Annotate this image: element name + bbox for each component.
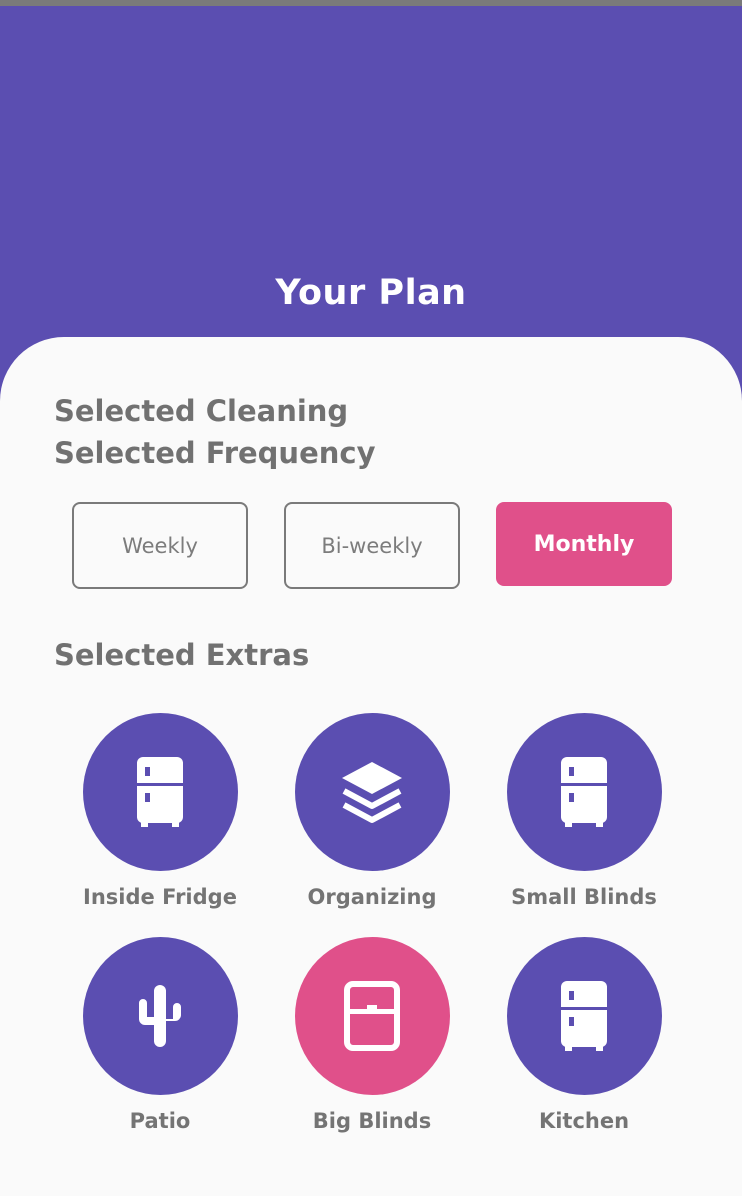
extra-organizing-button[interactable] [294,713,450,871]
extra-patio[interactable]: Patio [54,937,266,1133]
extra-label: Kitchen [538,1109,630,1133]
fridge-icon [135,757,185,827]
frequency-weekly-button[interactable]: Weekly [72,502,248,589]
extra-big-blinds-button[interactable] [294,937,450,1095]
extra-kitchen-button[interactable] [506,937,662,1095]
layers-icon [340,760,404,824]
extra-label: Organizing [307,885,437,909]
frequency-monthly-button[interactable]: Monthly [496,502,672,586]
extra-organizing[interactable]: Organizing [266,713,478,909]
extra-label: Small Blinds [511,885,657,909]
selected-cleaning-title: Selected Cleaning [54,394,349,428]
selected-extras-title: Selected Extras [54,638,310,672]
extra-label: Inside Fridge [83,885,237,909]
fridge-icon [559,981,609,1051]
window-blind-icon [344,981,400,1051]
extra-small-blinds[interactable]: Small Blinds [478,713,690,909]
extra-inside-fridge-button[interactable] [82,713,238,871]
cactus-icon [137,985,183,1047]
extra-label: Patio [129,1109,191,1133]
extra-big-blinds[interactable]: Big Blinds [266,937,478,1133]
extra-label: Big Blinds [312,1109,432,1133]
extra-inside-fridge[interactable]: Inside Fridge [54,713,266,909]
extra-small-blinds-button[interactable] [506,713,662,871]
extra-patio-button[interactable] [82,937,238,1095]
fridge-icon [559,757,609,827]
page-title: Your Plan [275,273,467,313]
selected-frequency-title: Selected Frequency [54,436,376,470]
extra-kitchen[interactable]: Kitchen [478,937,690,1133]
frequency-biweekly-button[interactable]: Bi-weekly [284,502,460,589]
